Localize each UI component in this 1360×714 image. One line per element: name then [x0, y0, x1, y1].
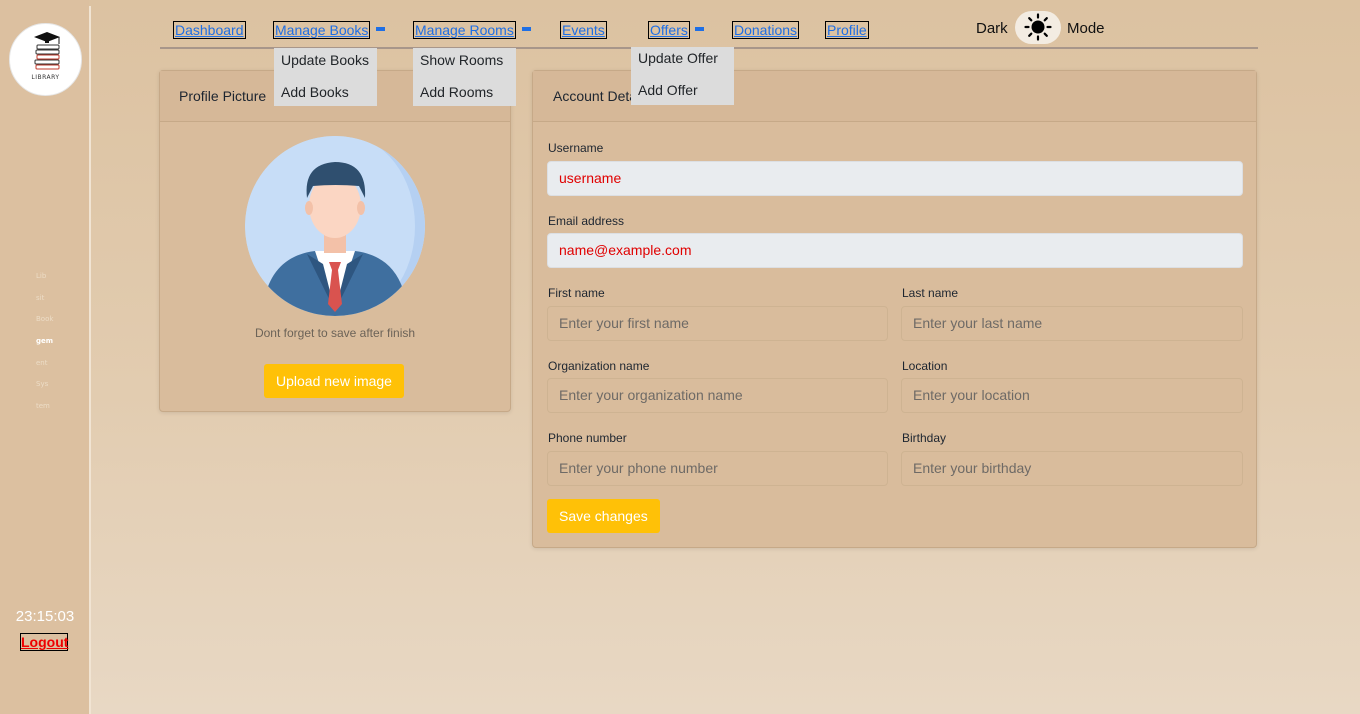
sidebar-tiny-item[interactable]: ent — [36, 359, 48, 367]
nav-events[interactable]: Events — [560, 21, 607, 39]
mode-toggle[interactable] — [1015, 11, 1061, 44]
upload-image-button[interactable]: Upload new image — [264, 364, 404, 398]
logout-button[interactable]: Logout — [20, 633, 68, 651]
menu-item-add-rooms[interactable]: Add Rooms — [413, 81, 516, 113]
nav-offers[interactable]: Offers — [648, 21, 690, 39]
first-name-label: First name — [548, 286, 605, 300]
avatar — [245, 136, 425, 316]
username-input[interactable]: username — [547, 161, 1243, 196]
birthday-input[interactable]: Enter your birthday — [901, 451, 1243, 486]
menu-item-show-rooms[interactable]: Show Rooms — [413, 49, 516, 81]
library-logo[interactable]: LIBRARY — [9, 23, 82, 96]
phone-label: Phone number — [548, 431, 627, 445]
chevron-down-icon[interactable] — [522, 27, 531, 31]
books-dropdown: Update Books Add Books — [274, 48, 377, 106]
nav-profile[interactable]: Profile — [825, 21, 869, 39]
email-label: Email address — [548, 214, 625, 228]
sidebar-tiny-item[interactable]: Lib — [36, 272, 46, 280]
sidebar-tiny-item[interactable]: tem — [36, 402, 50, 410]
sun-icon — [1024, 13, 1052, 41]
sidebar: LIBRARY Lib sit Book gem ent Sys tem 23:… — [0, 0, 89, 714]
birthday-label: Birthday — [902, 431, 947, 445]
save-changes-button[interactable]: Save changes — [547, 499, 660, 533]
offers-dropdown: Update Offer Add Offer — [631, 47, 734, 105]
location-input[interactable]: Enter your location — [901, 378, 1243, 413]
menu-item-add-offer[interactable]: Add Offer — [631, 79, 734, 111]
save-hint-text: Dont forget to save after finish — [254, 326, 416, 340]
account-details-card: Account Details Username username Email … — [532, 70, 1257, 548]
user-avatar-icon — [245, 136, 425, 316]
rooms-dropdown: Show Rooms Add Rooms — [413, 48, 516, 106]
first-name-input[interactable]: Enter your first name — [547, 306, 888, 341]
sidebar-divider — [89, 6, 91, 714]
nav-manage-books[interactable]: Manage Books — [273, 21, 371, 39]
organization-input[interactable]: Enter your organization name — [547, 378, 888, 413]
nav-manage-rooms[interactable]: Manage Rooms — [413, 21, 516, 39]
username-label: Username — [548, 141, 604, 155]
chevron-down-icon[interactable] — [695, 27, 704, 31]
phone-input[interactable]: Enter your phone number — [547, 451, 888, 486]
clock: 23:15:03 — [15, 608, 75, 625]
email-input[interactable]: name@example.com — [547, 233, 1243, 268]
organization-label: Organization name — [548, 359, 650, 373]
profile-picture-card: Profile Picture Dont forget to save afte… — [159, 70, 511, 412]
nav-dashboard[interactable]: Dashboard — [173, 21, 246, 39]
sidebar-tiny-item[interactable]: sit — [36, 294, 44, 302]
nav-donations[interactable]: Donations — [732, 21, 800, 39]
location-label: Location — [902, 359, 948, 373]
menu-item-add-books[interactable]: Add Books — [274, 81, 377, 113]
sidebar-tiny-item[interactable]: Book — [36, 315, 53, 323]
menu-item-update-offer[interactable]: Update Offer — [631, 47, 734, 79]
menu-item-update-books[interactable]: Update Books — [274, 49, 377, 81]
book-stack-icon — [34, 32, 60, 70]
sidebar-tiny-item[interactable]: Sys — [36, 380, 48, 388]
mode-label: Mode — [1067, 20, 1105, 37]
mode-dark-label: Dark — [976, 20, 1008, 37]
last-name-label: Last name — [902, 286, 959, 300]
last-name-input[interactable]: Enter your last name — [901, 306, 1243, 341]
logo-text: LIBRARY — [31, 74, 60, 81]
chevron-down-icon[interactable] — [376, 27, 385, 31]
sidebar-tiny-item-active[interactable]: gem — [36, 337, 53, 345]
